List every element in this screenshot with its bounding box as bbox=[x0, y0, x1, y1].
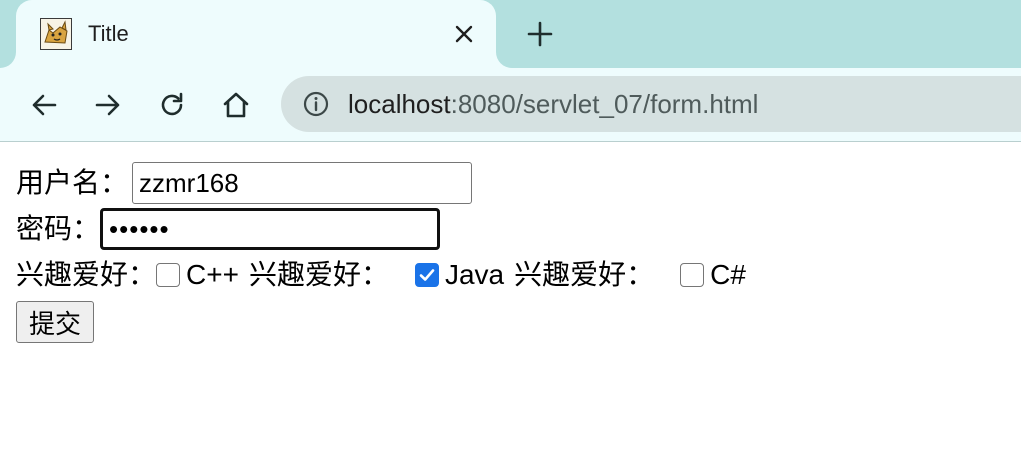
tab-curve-right bbox=[496, 52, 512, 68]
tab-title: Title bbox=[88, 21, 129, 46]
password-input[interactable] bbox=[100, 208, 441, 250]
username-row: 用户名： bbox=[16, 160, 756, 206]
submit-row: 提交 bbox=[16, 298, 756, 344]
hobby-label-3: 兴趣爱好： bbox=[514, 259, 655, 290]
hobby-checkbox-csharp[interactable] bbox=[680, 263, 705, 287]
arrow-right-icon[interactable] bbox=[92, 89, 124, 121]
hobby-checkbox-cpp[interactable] bbox=[156, 263, 181, 287]
hobby-option-java: Java bbox=[444, 259, 505, 290]
hobby-option-csharp: C# bbox=[710, 259, 746, 290]
tomcat-favicon-icon bbox=[40, 18, 72, 50]
close-icon[interactable] bbox=[454, 24, 474, 44]
url-path: :8080/servlet_07/form.html bbox=[450, 89, 759, 119]
reload-icon[interactable] bbox=[156, 89, 188, 121]
tab-strip: Title bbox=[0, 0, 1021, 68]
info-icon[interactable] bbox=[303, 91, 329, 117]
url-text[interactable]: localhost:8080/servlet_07/form.html bbox=[348, 89, 758, 119]
arrow-left-icon[interactable] bbox=[28, 89, 60, 121]
tab-curve-left bbox=[0, 52, 16, 68]
username-input[interactable] bbox=[132, 162, 473, 204]
home-icon[interactable] bbox=[220, 89, 252, 121]
hobby-label-2: 兴趣爱好： bbox=[248, 259, 389, 290]
username-label: 用户名： bbox=[16, 167, 129, 198]
hobbies-row: 兴趣爱好： C++ 兴趣爱好： Java 兴趣爱好： C# bbox=[16, 252, 756, 298]
address-bar[interactable]: localhost:8080/servlet_07/form.html bbox=[281, 76, 1021, 132]
hobby-option-cpp: C++ bbox=[186, 259, 239, 290]
checkmark-icon bbox=[419, 269, 435, 281]
active-tab[interactable]: Title bbox=[0, 0, 512, 68]
hobby-label-1: 兴趣爱好： bbox=[16, 259, 157, 290]
password-row: 密码： bbox=[16, 206, 756, 252]
browser-toolbar: localhost:8080/servlet_07/form.html bbox=[0, 68, 1021, 142]
form-page: 用户名： 密码： 兴趣爱好： C++ 兴趣爱好： Java 兴趣爱好： C# 提… bbox=[16, 160, 756, 344]
hobby-checkbox-java[interactable] bbox=[414, 263, 439, 287]
plus-icon[interactable] bbox=[526, 20, 554, 48]
url-host: localhost bbox=[348, 89, 451, 119]
password-label: 密码： bbox=[16, 213, 101, 244]
submit-button[interactable]: 提交 bbox=[16, 301, 95, 343]
